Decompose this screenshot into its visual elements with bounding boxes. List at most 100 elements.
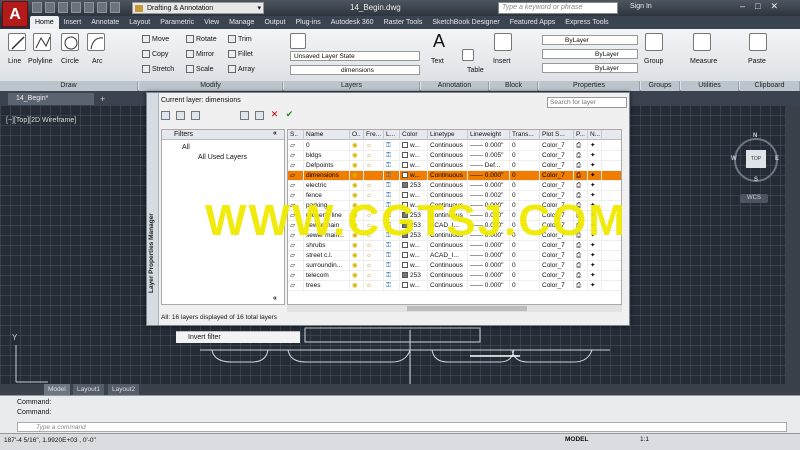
workspace-dropdown[interactable]: Drafting & Annotation ▾ [132, 2, 264, 14]
utilities-panel-label[interactable]: Utilities [681, 81, 739, 91]
new-vp-freeze-icon[interactable]: ✦ [588, 141, 602, 151]
plot-icon[interactable]: ⎙ [574, 261, 588, 271]
new-tab-icon[interactable]: + [100, 93, 112, 105]
tab-insert[interactable]: Insert [59, 16, 87, 29]
new-vp-freeze-icon[interactable]: ✦ [588, 181, 602, 191]
plot-icon[interactable]: ⎙ [574, 141, 588, 151]
lineweight-dropdown[interactable]: ByLayer [542, 49, 638, 59]
freeze-icon[interactable]: ☼ [364, 261, 384, 271]
on-off-icon[interactable]: ◉ [350, 161, 364, 171]
tab-model[interactable]: Model [44, 384, 70, 395]
new-vp-freeze-icon[interactable]: ✦ [588, 281, 602, 291]
plot-icon[interactable]: ⎙ [574, 181, 588, 191]
modify-panel-label[interactable]: Modify [139, 81, 283, 91]
layer-name[interactable]: telecom [304, 271, 350, 281]
layer-name[interactable]: trees [304, 281, 350, 291]
annotation-scale[interactable]: 1:1 [640, 436, 649, 443]
table-button[interactable]: Table [467, 67, 484, 74]
line-icon[interactable] [8, 33, 26, 51]
polyline-icon[interactable] [33, 33, 51, 51]
rotate-button[interactable]: Rotate [186, 35, 217, 43]
layer-row[interactable]: ▱ bldgs ◉ ☼ ⚿ w... Continuous —— 0.005" 0 Color_7… [288, 151, 621, 161]
column-header[interactable]: Plot S... [540, 130, 574, 140]
command-input[interactable]: Type a command [17, 422, 787, 432]
viewcube-top-face[interactable]: TOP [746, 150, 766, 168]
layer-properties-icon[interactable] [290, 33, 306, 49]
filter-all-used-layers[interactable]: All Used Layers [198, 154, 247, 161]
model-space-button[interactable]: MODEL [565, 436, 588, 443]
layer-color[interactable]: w... [400, 161, 428, 171]
set-current-icon[interactable]: ✔ [285, 110, 294, 120]
lock-icon[interactable]: ⚿ [384, 181, 400, 191]
compass-east[interactable]: E [775, 156, 779, 162]
lock-icon[interactable]: ⚿ [384, 171, 400, 181]
column-header[interactable]: Trans... [510, 130, 540, 140]
new-vp-freeze-icon[interactable]: ✦ [588, 171, 602, 181]
new-vp-freeze-icon[interactable]: ✦ [588, 261, 602, 271]
palette-title-bar[interactable]: Layer Properties Manager [147, 93, 159, 325]
circle-icon[interactable] [61, 33, 79, 51]
collapse-filters-bottom-icon[interactable]: « [273, 295, 277, 302]
layer-color[interactable]: w... [400, 151, 428, 161]
sign-in-link[interactable]: Sign In [630, 3, 652, 10]
layer-row[interactable]: ▱ dimensions ◉ ☼ ⚿ w... Continuous —— 0.000" 0 Co… [288, 171, 621, 181]
viewport-controls[interactable]: [−][Top][2D Wireframe] [6, 117, 76, 124]
draw-panel-label[interactable]: Draw [0, 81, 138, 91]
lock-icon[interactable]: ⚿ [384, 281, 400, 291]
freeze-icon[interactable]: ☼ [364, 251, 384, 261]
tab-output[interactable]: Output [259, 16, 290, 29]
maximize-icon[interactable]: □ [755, 1, 760, 12]
undo-icon[interactable] [97, 2, 107, 13]
on-off-icon[interactable]: ◉ [350, 151, 364, 161]
minimize-icon[interactable]: – [740, 1, 745, 12]
paste-icon[interactable] [749, 33, 767, 51]
insert-button[interactable]: Insert [493, 58, 511, 65]
plot-icon[interactable]: ⎙ [574, 271, 588, 281]
scroll-thumb[interactable] [407, 306, 527, 311]
new-layer-icon[interactable] [240, 111, 249, 120]
layer-row[interactable]: ▱ electric ◉ ☼ ⚿ 253 Continuous —— 0.000" 0 Color… [288, 181, 621, 191]
plot-icon[interactable]: ⎙ [574, 161, 588, 171]
text-icon[interactable]: A [430, 32, 448, 51]
plot-icon[interactable]: ⎙ [574, 281, 588, 291]
layer-color[interactable]: w... [400, 281, 428, 291]
column-header[interactable]: Color [400, 130, 428, 140]
table-icon[interactable] [462, 49, 474, 61]
invert-filter-checkbox[interactable]: Invert filter [176, 331, 300, 343]
save-icon[interactable] [58, 2, 68, 13]
column-header[interactable]: Name [304, 130, 350, 140]
on-off-icon[interactable]: ◉ [350, 171, 364, 181]
arc-button[interactable]: Arc [92, 58, 103, 65]
vertical-scrollbar[interactable] [785, 105, 800, 384]
line-button[interactable]: Line [8, 58, 21, 65]
layer-color[interactable]: 253 [400, 181, 428, 191]
properties-panel-label[interactable]: Properties [539, 81, 640, 91]
column-header[interactable]: S.. [288, 130, 304, 140]
on-off-icon[interactable]: ◉ [350, 141, 364, 151]
freeze-icon[interactable]: ☼ [364, 171, 384, 181]
lock-icon[interactable]: ⚿ [384, 151, 400, 161]
new-vp-freeze-icon[interactable]: ✦ [588, 271, 602, 281]
freeze-icon[interactable]: ☼ [364, 181, 384, 191]
lock-icon[interactable]: ⚿ [384, 161, 400, 171]
group-button[interactable]: Group [644, 58, 663, 65]
annotation-panel-label[interactable]: Annotation [421, 81, 489, 91]
tab-plug-ins[interactable]: Plug-ins [290, 16, 325, 29]
tab-featured-apps[interactable]: Featured Apps [505, 16, 561, 29]
column-header[interactable]: O.. [350, 130, 364, 140]
column-header[interactable]: Linetype [428, 130, 468, 140]
tab-raster-tools[interactable]: Raster Tools [379, 16, 428, 29]
on-off-icon[interactable]: ◉ [350, 251, 364, 261]
color-dropdown[interactable]: ByLayer [542, 35, 638, 45]
layer-name[interactable]: bldgs [304, 151, 350, 161]
keyword-search-input[interactable]: Type a keyword or phrase [498, 2, 618, 14]
tab-annotate[interactable]: Annotate [86, 16, 124, 29]
layer-row[interactable]: ▱ street c.l. ◉ ☼ ⚿ w... ACAD_I... —— 0.000" 0 Co… [288, 251, 621, 261]
paste-button[interactable]: Paste [748, 58, 766, 65]
column-header[interactable]: Lineweight [468, 130, 510, 140]
plot-icon[interactable]: ⎙ [574, 251, 588, 261]
horizontal-scrollbar[interactable] [287, 305, 622, 312]
fillet-button[interactable]: Fillet [228, 50, 253, 58]
lock-icon[interactable]: ⚿ [384, 271, 400, 281]
column-header[interactable]: Fre... [364, 130, 384, 140]
